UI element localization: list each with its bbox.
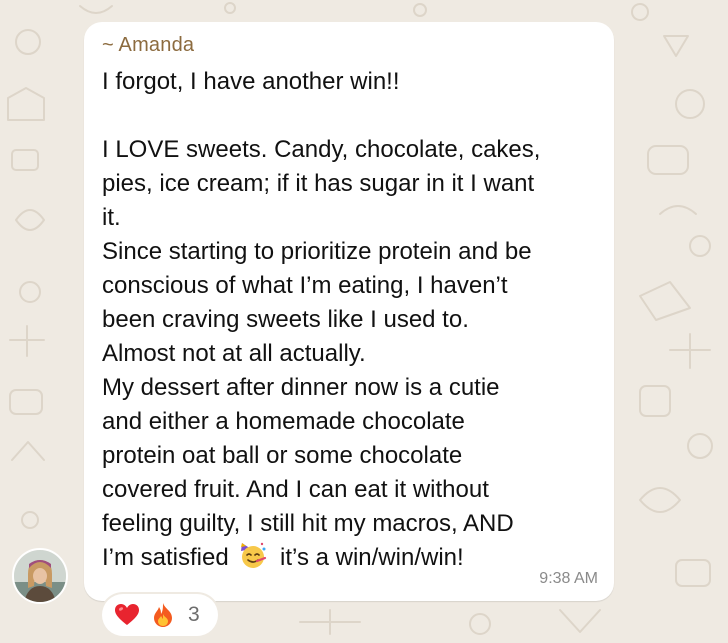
message-last-line: I’m satisfied it’s a win/win/win! xyxy=(102,541,602,575)
message-line: feeling guilty, I still hit my macros, A… xyxy=(102,510,514,537)
fire-emoji-icon xyxy=(150,602,176,628)
message-bubble[interactable]: ~ Amanda I forgot, I have another win!! … xyxy=(84,22,614,601)
message-line: conscious of what I’m eating, I haven’t xyxy=(102,272,508,299)
message-text-after-emoji: it’s a win/win/win! xyxy=(280,544,464,571)
message-line: covered fruit. And I can eat it without xyxy=(102,476,489,503)
sender-name[interactable]: ~ Amanda xyxy=(102,34,194,57)
message-line: Almost not at all actually. xyxy=(102,340,366,367)
message-line: I forgot, I have another win!! xyxy=(102,68,400,95)
message-line: Since starting to prioritize protein and… xyxy=(102,238,532,265)
reactions-bar[interactable]: 3 xyxy=(102,594,218,636)
sender-avatar[interactable] xyxy=(12,548,68,604)
message-blank-line xyxy=(102,99,602,133)
message-text: I forgot, I have another win!! I LOVE sw… xyxy=(102,65,602,575)
message-timestamp: 9:38 AM xyxy=(539,570,598,587)
avatar-photo-icon xyxy=(14,550,66,602)
message-line: and either a homemade chocolate xyxy=(102,408,465,435)
message-text-before-emoji: I’m satisfied xyxy=(102,544,229,571)
heart-emoji-icon xyxy=(114,602,140,628)
message-line: it. xyxy=(102,204,121,231)
message-line: protein oat ball or some chocolate xyxy=(102,442,463,469)
reaction-count: 3 xyxy=(188,603,200,626)
message-line: My dessert after dinner now is a cutie xyxy=(102,374,500,401)
message-line: been craving sweets like I used to. xyxy=(102,306,469,333)
message-line: pies, ice cream; if it has sugar in it I… xyxy=(102,170,535,197)
message-line: I LOVE sweets. Candy, chocolate, cakes, xyxy=(102,136,541,163)
partying-face-emoji-icon xyxy=(239,541,267,569)
